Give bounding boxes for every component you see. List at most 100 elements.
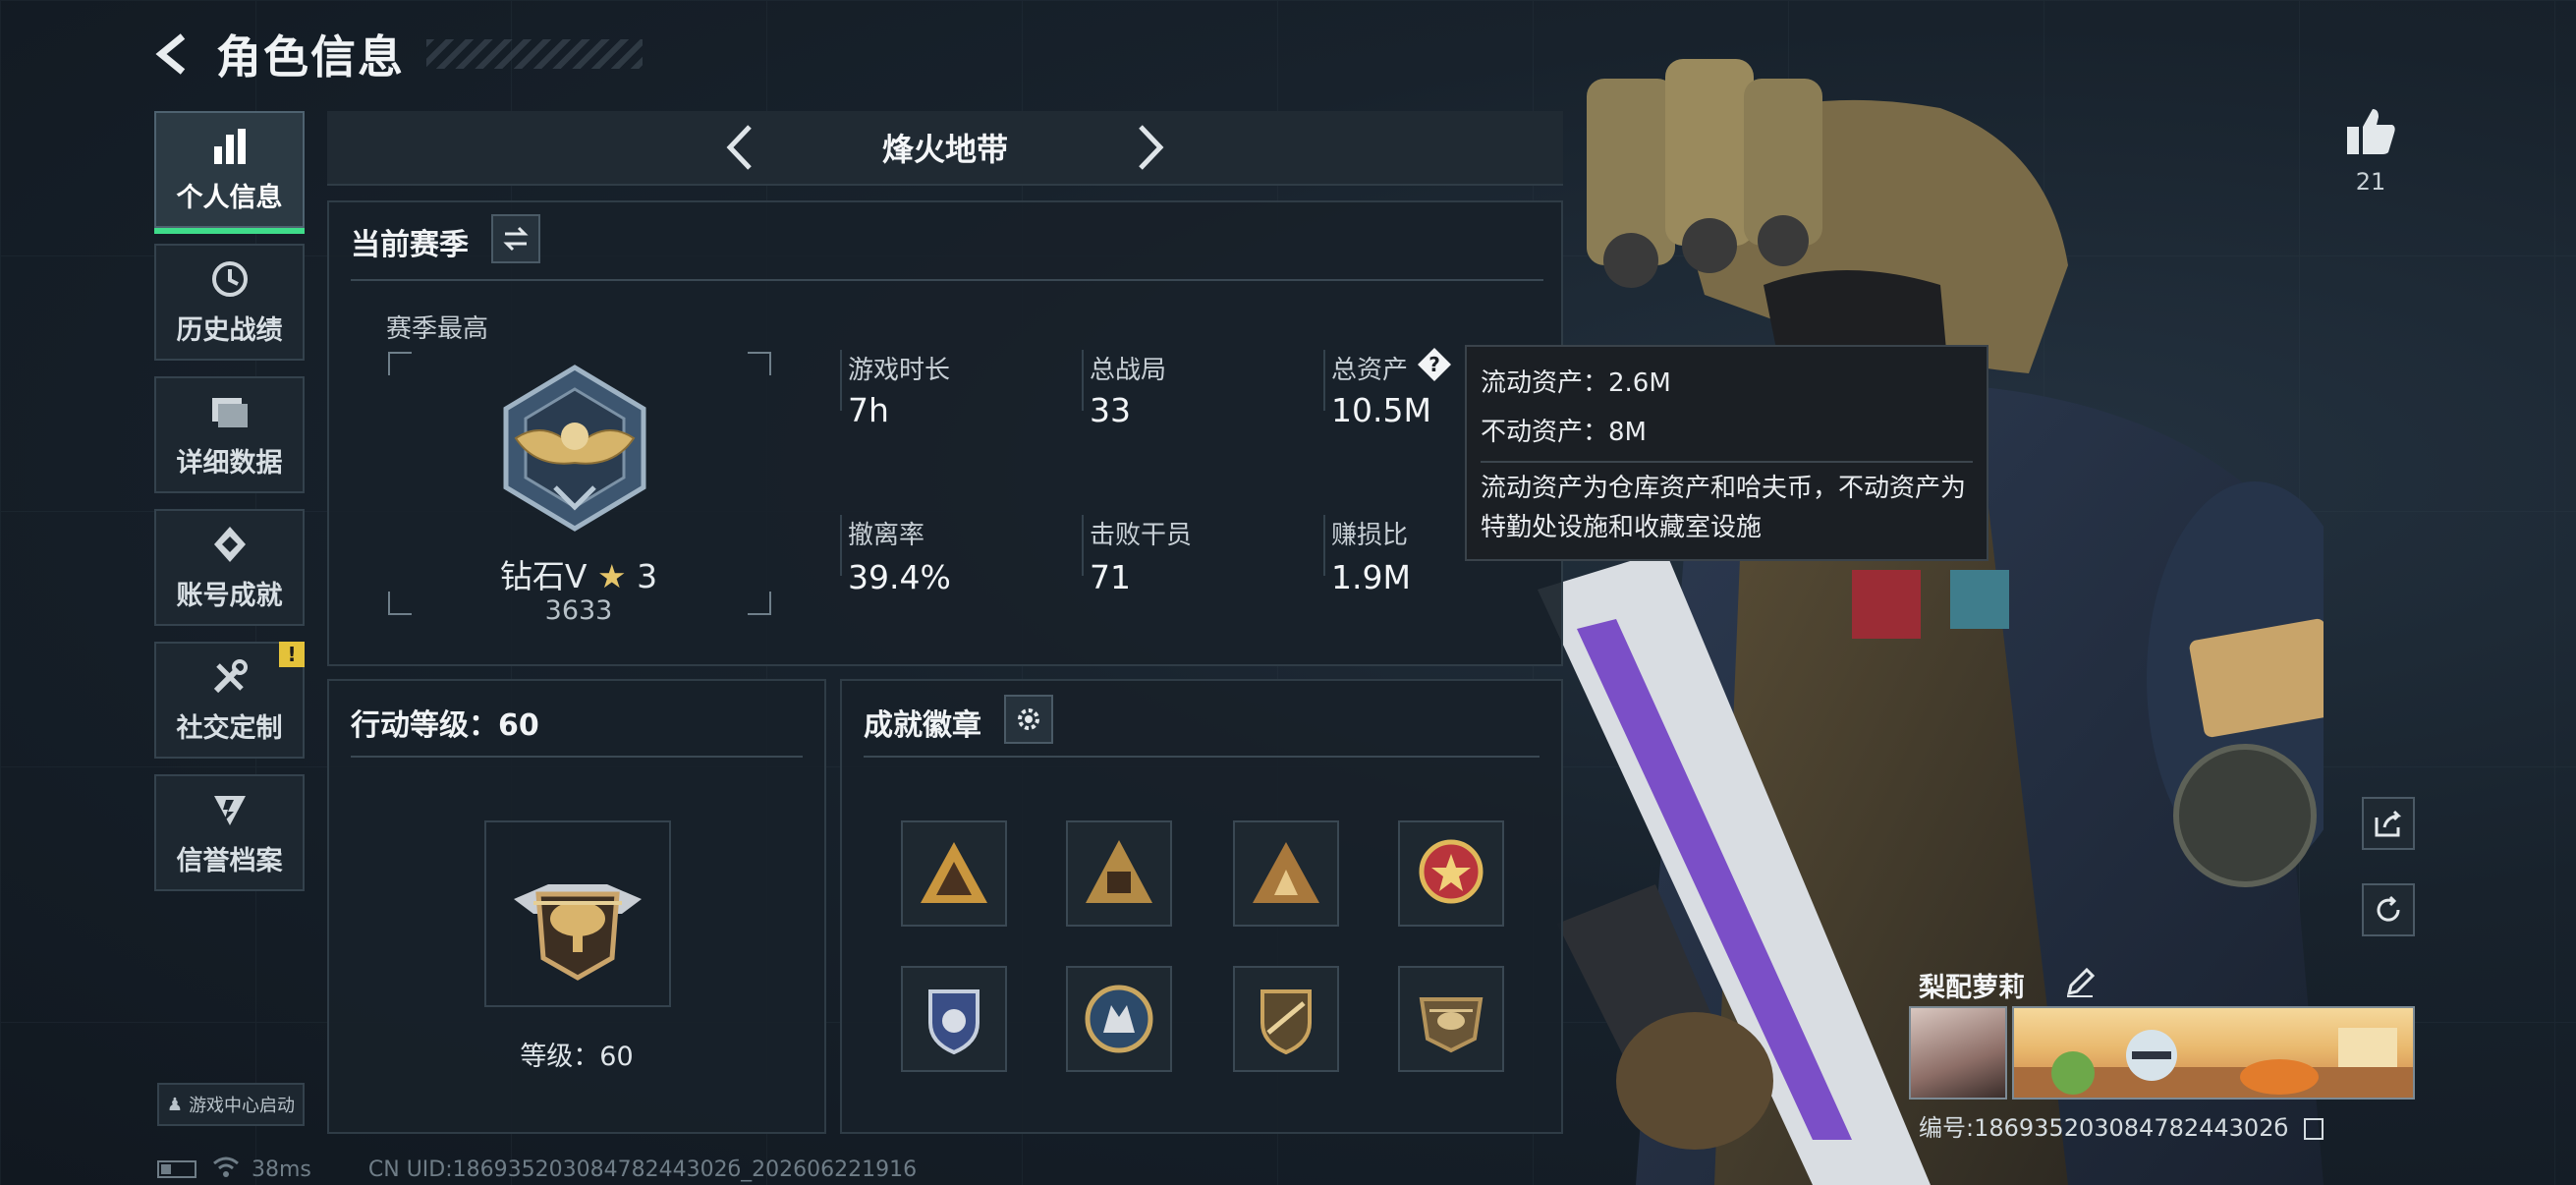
gear-icon	[1018, 708, 1039, 730]
badge-tile[interactable]	[1233, 820, 1339, 927]
sidebar-item-achievements[interactable]: 账号成就	[154, 509, 305, 626]
refresh-icon	[2377, 895, 2400, 922]
player-name: 梨配萝莉	[1919, 973, 2025, 1003]
mode-title: 烽火地带	[881, 131, 1008, 168]
sidebar-item-label: 社交定制	[176, 713, 283, 744]
help-icon[interactable]: ?	[1416, 346, 1453, 383]
profit-ratio-label: 赚损比	[1331, 521, 1409, 550]
season-panel: 当前赛季 赛季最高 钻石V ★ 3 3633 游戏时长 7h 总战局 33 总资…	[327, 200, 1563, 666]
header: 角色信息	[147, 20, 643, 88]
sidebar-item-label: 账号成就	[176, 581, 283, 611]
uid-text: CN UID:18693520308478244302б_20260622191…	[367, 1157, 918, 1182]
copy-icon[interactable]	[2303, 1118, 2324, 1140]
wifi-icon	[212, 1156, 240, 1183]
game-center-label: 游戏中心启动	[189, 1096, 296, 1116]
ping-text: 38ms	[252, 1157, 311, 1182]
total-matches-label: 总战局	[1090, 356, 1167, 385]
sidebar-item-social[interactable]: 社交定制 !	[154, 642, 305, 759]
sidebar-item-label: 详细数据	[176, 448, 283, 479]
refresh-button[interactable]	[2362, 883, 2415, 936]
level-text: 等级：60	[520, 1042, 634, 1072]
play-time-label: 游戏时长	[848, 356, 951, 385]
total-assets-label: 总资产	[1331, 356, 1409, 385]
edit-name-icon[interactable]	[2063, 966, 2097, 999]
badges-divider	[864, 756, 1540, 758]
swap-icon	[503, 226, 529, 252]
credit-shield-icon	[213, 796, 246, 825]
badges-settings-button[interactable]	[1004, 695, 1053, 744]
sidebar-item-label: 个人信息	[176, 183, 283, 213]
player-id-text: 编号:18693520308478244302б	[1919, 1114, 2289, 1142]
total-assets-value: 10.5M	[1331, 391, 1431, 429]
assets-description: 流动资产为仓库资产和哈夫币，不动资产为特勤处设施和收藏室设施	[1481, 474, 1967, 542]
warning-badge: !	[279, 642, 305, 667]
season-switch-button[interactable]	[491, 214, 540, 263]
back-arrow-icon[interactable]	[147, 27, 202, 82]
player-id: 编号:18693520308478244302б	[1919, 1108, 2324, 1143]
helicopter-badge-icon	[1419, 997, 1484, 1053]
mode-selector: 烽火地带	[327, 111, 1563, 186]
badge-tile[interactable]	[901, 820, 1007, 927]
pyramid-badge-icon	[1086, 840, 1152, 903]
share-icon	[2375, 810, 2402, 837]
share-button[interactable]	[2362, 797, 2415, 850]
rifle-shield-icon	[1260, 989, 1312, 1055]
achievement-icon	[213, 527, 246, 562]
action-level-panel: 行动等级：60 等级：60	[327, 679, 826, 1134]
badge-tile[interactable]	[1066, 820, 1172, 927]
banner-artwork	[2014, 1028, 2413, 1098]
title-decoration	[426, 39, 643, 69]
stat-divider	[1082, 350, 1084, 411]
kills-value: 71	[1090, 558, 1131, 596]
sidebar-item-label: 历史战绩	[176, 315, 283, 346]
sidebar-item-history[interactable]: 历史战绩	[154, 244, 305, 361]
play-time-value: 7h	[848, 391, 889, 429]
badge-tile[interactable]	[1398, 966, 1504, 1072]
profit-ratio-value: 1.9M	[1331, 558, 1411, 596]
chevron-left-icon	[726, 125, 752, 170]
camp-badge-icon	[1253, 842, 1319, 903]
assets-tooltip: 流动资产：2.6M 不动资产：8M 流动资产为仓库资产和哈夫币，不动资产为特勤处…	[1465, 345, 1988, 561]
frame-corner	[388, 352, 412, 375]
badge-tile[interactable]	[901, 966, 1007, 1072]
sidebar-item-details[interactable]: 详细数据	[154, 376, 305, 493]
season-best-label: 赛季最高	[386, 314, 489, 344]
badges-title: 成就徽章	[864, 708, 981, 743]
rank-points: 3633	[544, 595, 613, 626]
folder-icon	[211, 398, 248, 427]
like-count: 21	[2355, 168, 2386, 196]
rank-stars: 3	[637, 557, 658, 595]
rank-emblem-icon	[503, 365, 646, 532]
tooltip-divider	[1481, 461, 1973, 463]
action-level-title: 行动等级：60	[351, 708, 539, 743]
mode-next-button[interactable]	[1117, 113, 1186, 182]
tools-icon	[213, 659, 248, 694]
badge-tile[interactable]	[1066, 966, 1172, 1072]
battery-icon	[157, 1160, 196, 1178]
star-icon: ★	[596, 557, 627, 595]
extract-rate-value: 39.4%	[848, 558, 951, 596]
stat-divider	[840, 350, 842, 411]
badge-tile[interactable]	[1398, 820, 1504, 927]
sidebar-item-personal-info[interactable]: 个人信息	[154, 111, 305, 234]
svg-text:?: ?	[1428, 353, 1440, 376]
kills-label: 击败干员	[1090, 521, 1193, 550]
mode-prev-button[interactable]	[704, 113, 773, 182]
sidebar-item-label: 信誉档案	[176, 846, 283, 876]
history-clock-icon	[211, 261, 248, 297]
sidebar-item-credit[interactable]: 信誉档案	[154, 774, 305, 891]
season-divider	[351, 279, 1543, 281]
badge-tile[interactable]	[1233, 966, 1339, 1072]
avatar[interactable]	[1909, 1006, 2007, 1100]
stat-divider	[1323, 515, 1325, 576]
triangle-badge-icon	[921, 842, 987, 903]
total-matches-value: 33	[1090, 391, 1131, 429]
shield-badge-icon	[928, 989, 980, 1055]
profile-banner[interactable]	[2012, 1006, 2415, 1100]
frame-corner	[748, 352, 771, 375]
bar-chart-icon	[213, 129, 246, 164]
season-title: 当前赛季	[351, 228, 469, 262]
achievement-badges-panel: 成就徽章	[840, 679, 1563, 1134]
like-button[interactable]: 21	[2336, 103, 2405, 196]
game-center-launch-button[interactable]: ♟ 游戏中心启动	[157, 1083, 305, 1126]
